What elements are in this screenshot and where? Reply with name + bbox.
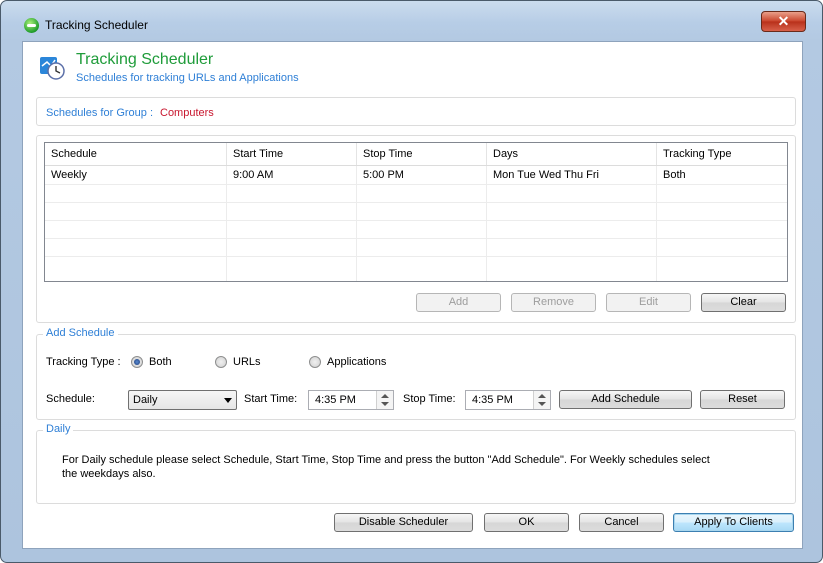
add-schedule-group: Add Schedule Tracking Type : Both URLs A… [36,327,796,420]
schedule-dropdown[interactable]: Daily [128,390,237,410]
radio-applications[interactable] [309,356,321,368]
tracking-scheduler-window: Tracking Scheduler ✕ Tracking Scheduler … [0,0,823,563]
remove-button[interactable]: Remove [511,293,596,312]
empty-row [45,220,787,239]
daily-legend: Daily [43,423,74,435]
empty-row [45,202,787,221]
header-title: Tracking Scheduler [76,51,214,68]
schedules-panel: Schedule Start Time Stop Time Days Track… [36,135,796,323]
empty-row [45,256,787,281]
cell-stop-time: 5:00 PM [357,166,487,184]
spin-up-icon[interactable] [381,394,389,398]
stop-time-label: Stop Time: [403,393,456,405]
stop-time-input[interactable]: 4:35 PM [465,390,551,410]
radio-urls-label[interactable]: URLs [233,356,261,368]
column-header-days[interactable]: Days [487,143,657,165]
stop-time-value: 4:35 PM [472,394,513,406]
start-time-input[interactable]: 4:35 PM [308,390,394,410]
start-time-spinner[interactable] [376,391,393,409]
add-schedule-legend: Add Schedule [43,327,118,339]
chevron-down-icon [224,398,232,403]
empty-row [45,184,787,203]
column-header-stop-time[interactable]: Stop Time [357,143,487,165]
spin-up-icon[interactable] [538,394,546,398]
column-header-start-time[interactable]: Start Time [227,143,357,165]
stop-time-spinner[interactable] [533,391,550,409]
cell-days: Mon Tue Wed Thu Fri [487,166,657,184]
edit-button[interactable]: Edit [606,293,691,312]
cancel-button[interactable]: Cancel [579,513,664,532]
close-button[interactable]: ✕ [761,11,806,32]
schedules-table[interactable]: Schedule Start Time Stop Time Days Track… [44,142,788,282]
ok-button[interactable]: OK [484,513,569,532]
schedule-dropdown-value: Daily [133,394,158,406]
dialog-body: Tracking Scheduler Schedules for trackin… [22,41,803,549]
daily-info-group: Daily For Daily schedule please select S… [36,423,796,504]
radio-urls[interactable] [215,356,227,368]
app-icon [24,18,39,33]
group-label: Schedules for Group : [46,107,154,119]
cell-start-time: 9:00 AM [227,166,357,184]
scheduler-clock-icon [40,57,65,80]
schedule-label: Schedule: [46,393,95,405]
cell-schedule: Weekly [45,166,227,184]
spin-down-icon[interactable] [538,402,546,406]
clear-button[interactable]: Clear [701,293,786,312]
group-value: Computers [160,107,214,119]
table-row[interactable]: Weekly 9:00 AM 5:00 PM Mon Tue Wed Thu F… [45,166,787,185]
column-header-tracking-type[interactable]: Tracking Type [657,143,787,165]
daily-instructions: For Daily schedule please select Schedul… [62,454,710,480]
radio-both-label[interactable]: Both [149,356,172,368]
window-title: Tracking Scheduler [45,18,148,32]
spin-down-icon[interactable] [381,402,389,406]
table-header: Schedule Start Time Stop Time Days Track… [45,143,787,166]
title-bar[interactable]: Tracking Scheduler ✕ [1,1,822,41]
disable-scheduler-button[interactable]: Disable Scheduler [334,513,473,532]
start-time-label: Start Time: [244,393,298,405]
radio-both[interactable] [131,356,143,368]
reset-button[interactable]: Reset [700,390,785,409]
radio-applications-label[interactable]: Applications [327,356,386,368]
add-button[interactable]: Add [416,293,501,312]
group-box: Schedules for Group : Computers [36,97,796,126]
apply-to-clients-button[interactable]: Apply To Clients [673,513,794,532]
empty-row [45,238,787,257]
column-header-schedule[interactable]: Schedule [45,143,227,165]
header-subtitle: Schedules for tracking URLs and Applicat… [76,72,299,84]
start-time-value: 4:35 PM [315,394,356,406]
add-schedule-button[interactable]: Add Schedule [559,390,692,409]
tracking-type-label: Tracking Type : [46,356,121,368]
cell-tracking-type: Both [663,169,686,181]
